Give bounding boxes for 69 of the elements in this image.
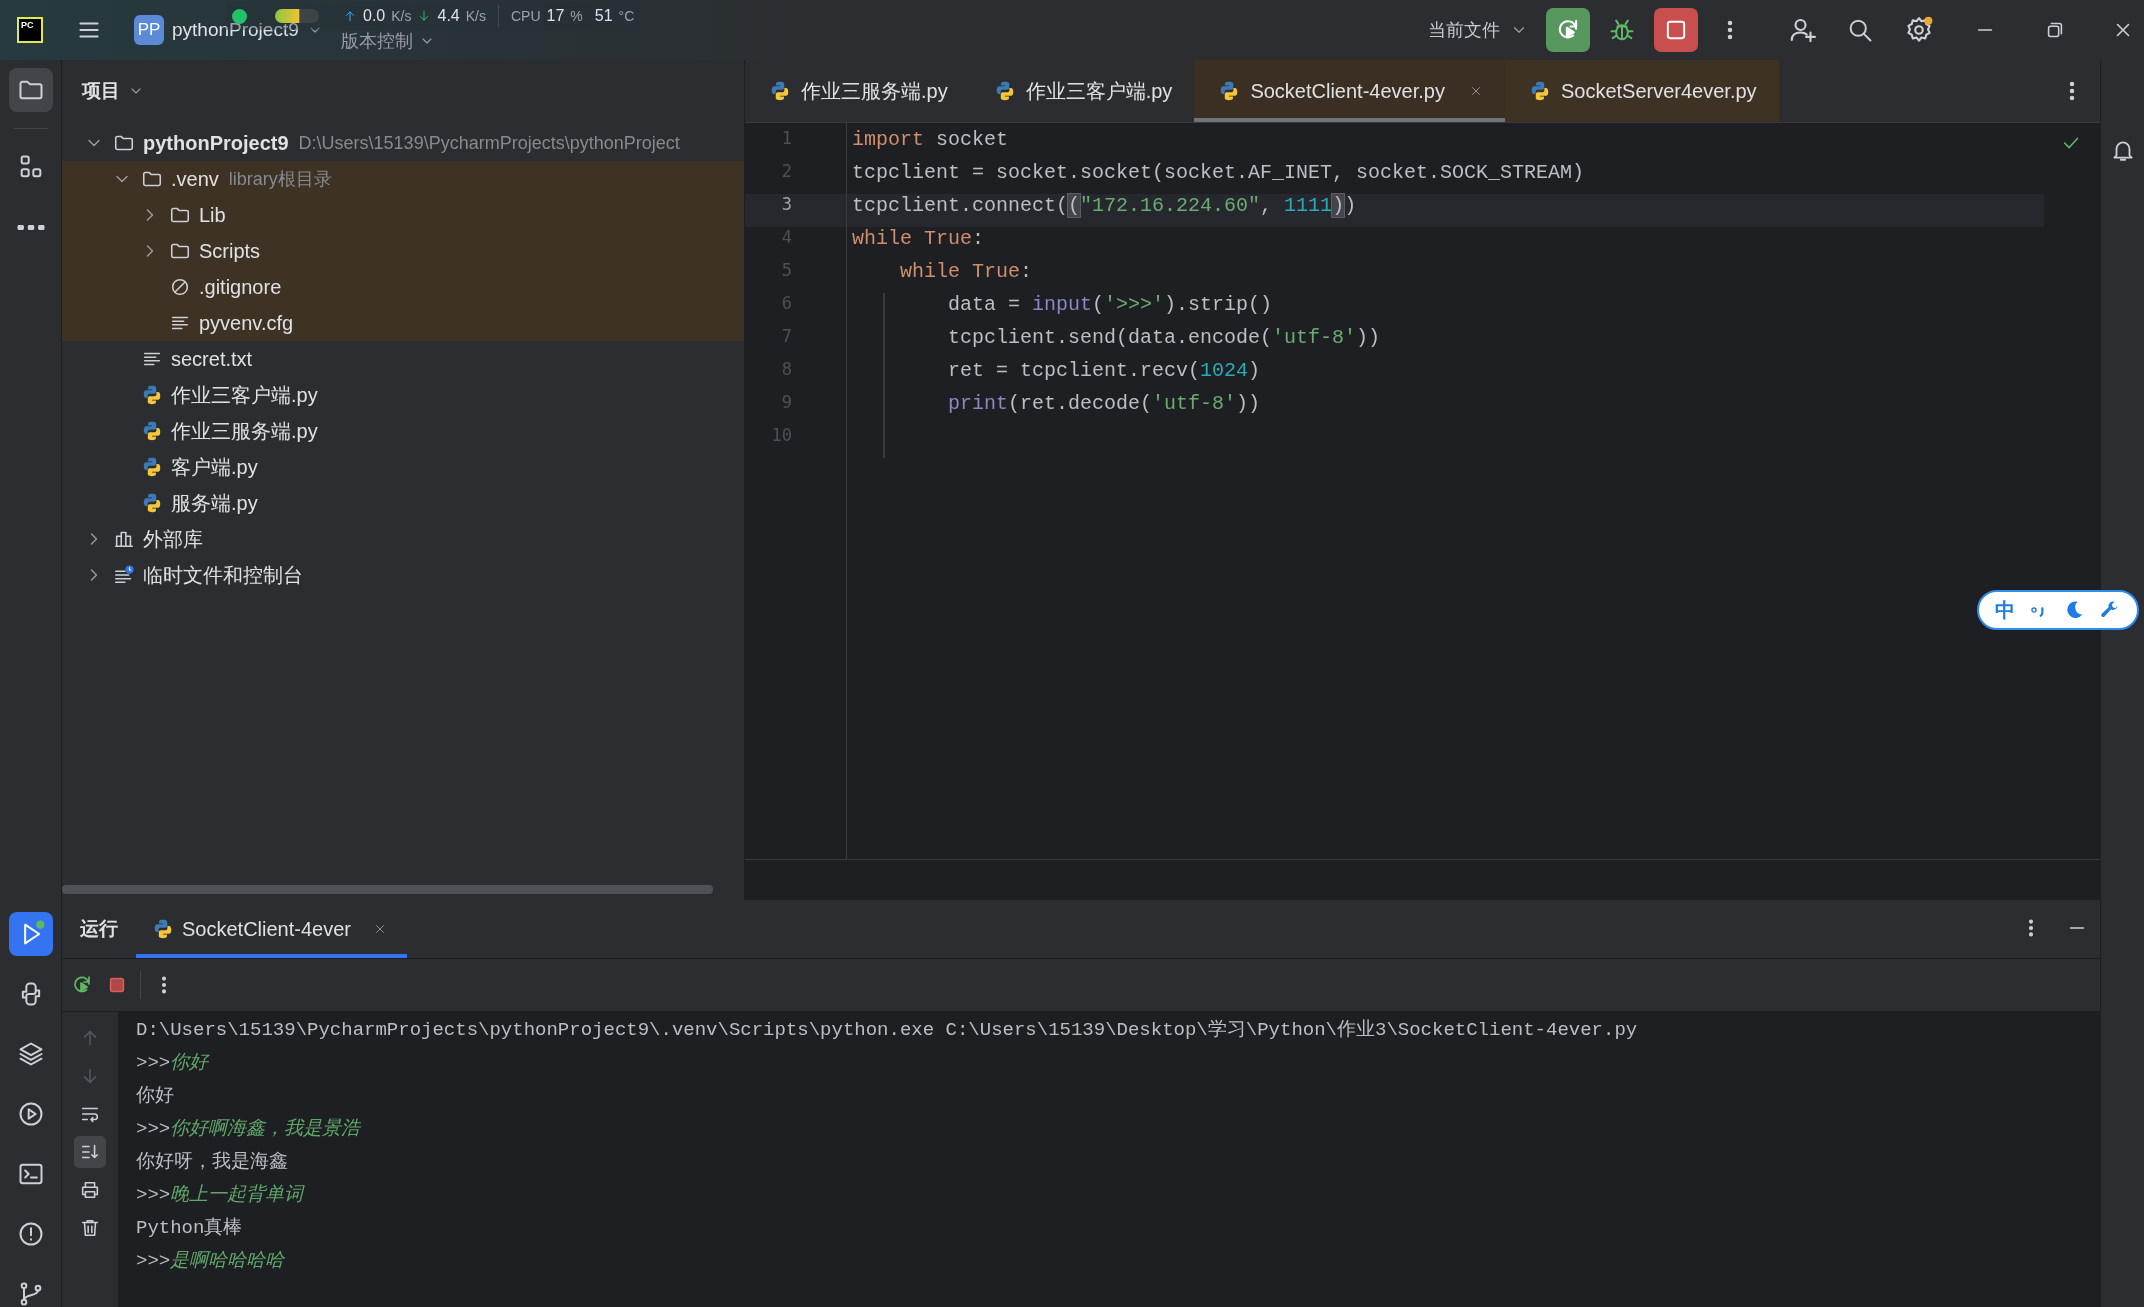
console-line: >>>是啊哈哈哈哈 bbox=[136, 1247, 286, 1274]
python-icon bbox=[152, 918, 174, 940]
tree-item[interactable]: 客户端.py bbox=[62, 449, 744, 485]
tree-item[interactable]: .venv library根目录 bbox=[62, 161, 744, 197]
no-entry-icon bbox=[169, 276, 191, 298]
run-tab[interactable]: SocketClient-4ever bbox=[136, 900, 407, 958]
app-logo: PC bbox=[17, 17, 43, 43]
python-icon bbox=[141, 456, 163, 478]
stop-button[interactable] bbox=[1654, 8, 1698, 52]
code-line: while True: bbox=[899, 260, 1034, 285]
editor-tab[interactable]: SocketServer4ever.py bbox=[1504, 60, 1779, 122]
run-tool-button[interactable] bbox=[8, 912, 53, 956]
input-mode[interactable]: 中 bbox=[1995, 596, 2015, 624]
console-line: >>>你好啊海鑫，我是景浩 bbox=[136, 1115, 362, 1142]
upload-arrow-icon bbox=[343, 9, 357, 23]
python-icon bbox=[141, 420, 163, 442]
percent-unit: % bbox=[570, 8, 583, 24]
code-line: tcpclient = socket.socket(socket.AF_INET, socket.SOCK_STREAM) bbox=[851, 161, 1586, 186]
tree-item[interactable]: secret.txt bbox=[62, 341, 744, 377]
line-number: 3 bbox=[745, 194, 846, 227]
project-badge: PP bbox=[134, 15, 164, 45]
tree-item[interactable]: pythonProject9 D:\Users\15139\PycharmProjects\pythonProject bbox=[62, 125, 744, 161]
status-dot bbox=[232, 8, 247, 24]
project-view-selector[interactable]: 项目 bbox=[82, 78, 144, 104]
tree-item[interactable]: 作业三客户端.py bbox=[62, 377, 744, 413]
battery-icon bbox=[275, 9, 319, 23]
layers-icon bbox=[16, 1040, 45, 1068]
run-config-selector[interactable]: 当前文件 bbox=[1422, 17, 1534, 43]
upload-speed: 0.0 bbox=[363, 7, 386, 25]
console-line: >>>你好 bbox=[136, 1049, 211, 1076]
editor-tab[interactable]: SocketClient-4ever.py bbox=[1194, 60, 1505, 122]
project-tool-button[interactable] bbox=[8, 68, 53, 112]
console-line: 你好 bbox=[136, 1084, 175, 1109]
scratch-list-icon bbox=[113, 564, 135, 586]
editor-tab[interactable]: 作业三客户端.py bbox=[969, 60, 1195, 122]
code-line: while True: bbox=[851, 227, 986, 252]
tree-item[interactable]: pyvenv.cfg bbox=[62, 305, 744, 341]
temperature: 51 bbox=[594, 7, 613, 25]
console-line: D:\Users\15139\PycharmProjects\pythonProject9\.venv\Scripts\python.exe C:\Users\15139\Desktop\学习\Python\作业3\SocketClient-4ever.py bbox=[136, 1018, 1639, 1043]
console-line: Python真棒 bbox=[136, 1216, 244, 1241]
tree-item[interactable]: .gitignore bbox=[62, 269, 744, 305]
settings-icon[interactable] bbox=[1904, 15, 1934, 45]
panel-title: 运行 bbox=[79, 916, 119, 941]
speed-unit: K/s bbox=[391, 8, 412, 24]
tree-item[interactable]: 外部库 bbox=[62, 521, 744, 557]
python-icon bbox=[141, 384, 163, 406]
horizontal-scrollbar[interactable] bbox=[62, 885, 713, 894]
download-speed: 4.4 bbox=[437, 7, 460, 25]
python-icon bbox=[141, 492, 163, 514]
tree-item[interactable]: Scripts bbox=[62, 233, 744, 269]
speed-unit: K/s bbox=[465, 8, 486, 24]
trash-icon[interactable] bbox=[79, 1217, 101, 1239]
rerun-button[interactable] bbox=[1546, 8, 1590, 52]
editor-tab[interactable]: 作业三服务端.py bbox=[745, 60, 970, 122]
tree-item[interactable]: 服务端.py bbox=[62, 485, 744, 521]
more-icon bbox=[16, 224, 45, 230]
print-icon[interactable] bbox=[79, 1179, 101, 1201]
console-line: 你好呀，我是海鑫 bbox=[136, 1150, 289, 1175]
cpu-label: CPU bbox=[510, 8, 541, 24]
temperature-unit: °C bbox=[618, 8, 635, 24]
tree-item[interactable]: 作业三服务端.py bbox=[62, 413, 744, 449]
python-icon bbox=[769, 80, 791, 102]
input-method-bar[interactable]: 中 bbox=[1977, 590, 2139, 630]
tree-item[interactable]: Lib bbox=[62, 197, 744, 233]
console-line: >>>晚上一起背单词 bbox=[136, 1181, 306, 1208]
cpu-usage: 17 bbox=[546, 7, 565, 25]
vcs-menu[interactable]: 版本控制 bbox=[338, 29, 437, 53]
code-line: import socket bbox=[851, 128, 1010, 153]
tree-item[interactable]: 临时文件和控制台 bbox=[62, 557, 744, 593]
